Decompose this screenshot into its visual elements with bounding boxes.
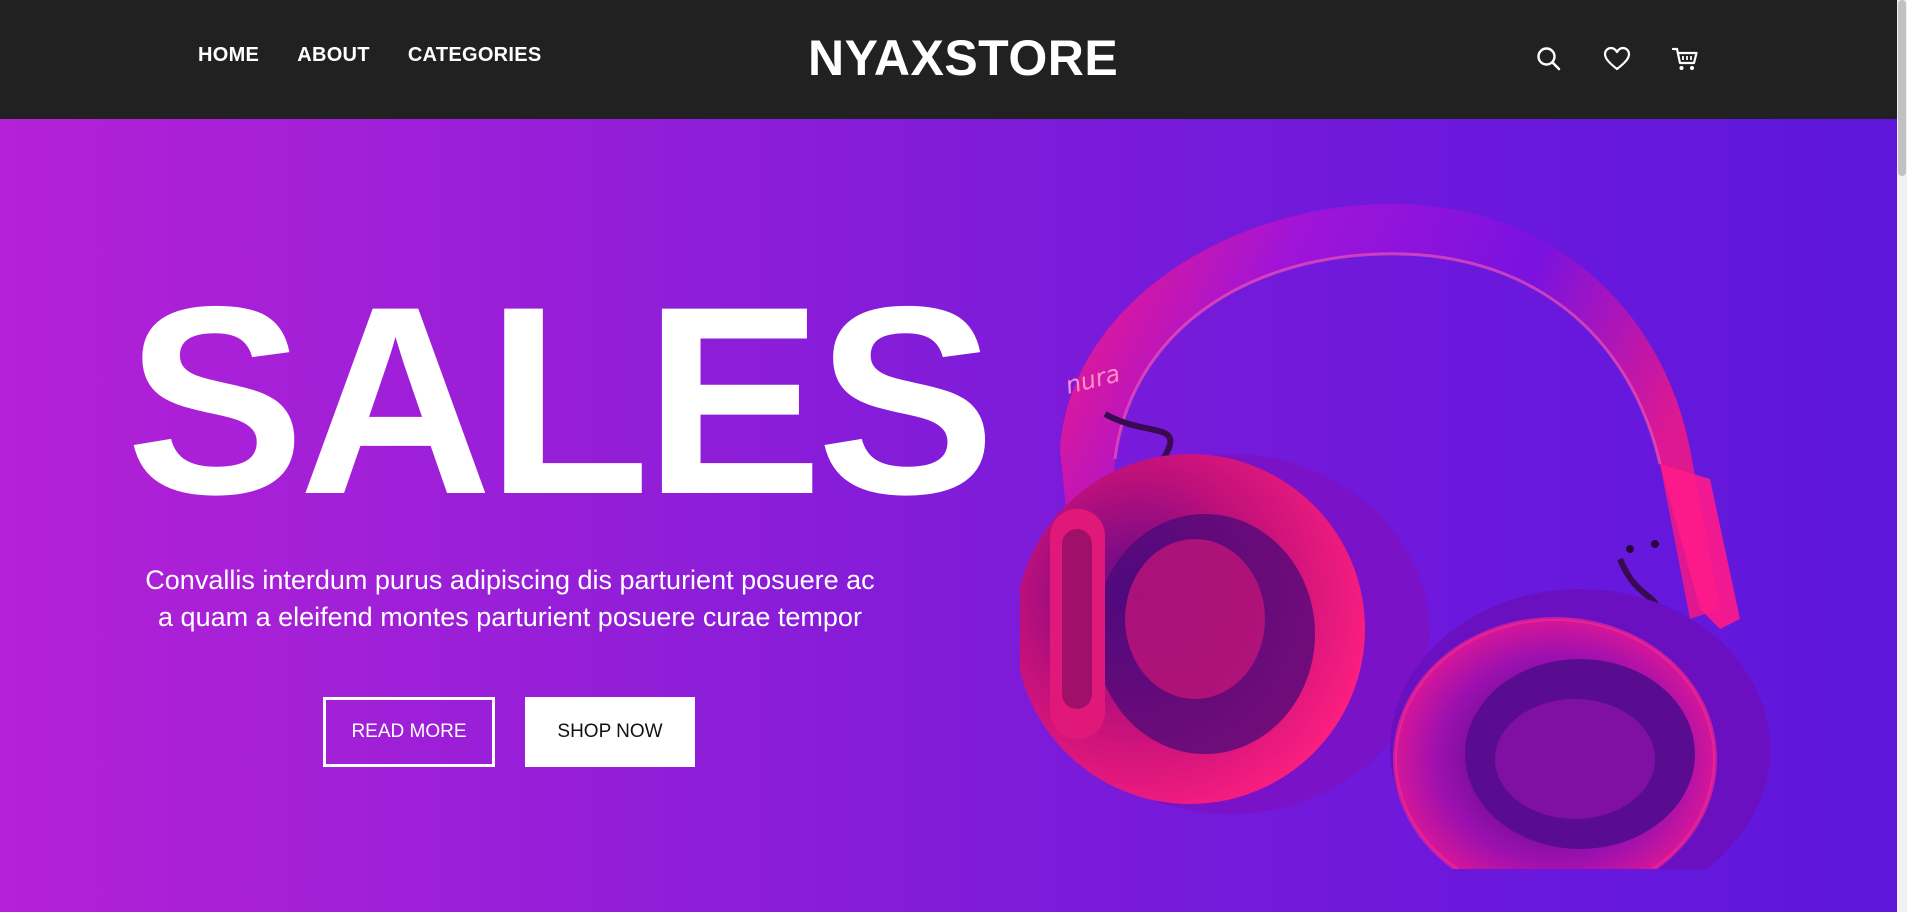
- navbar: HOME ABOUT CATEGORIES NYAXSTORE: [0, 0, 1897, 119]
- nav-link-about[interactable]: ABOUT: [297, 44, 370, 67]
- nav-links: HOME ABOUT CATEGORIES: [198, 44, 542, 67]
- page: HOME ABOUT CATEGORIES NYAXSTORE SALES Co…: [0, 0, 1907, 912]
- cart-icon[interactable]: [1670, 44, 1700, 74]
- shop-now-button[interactable]: SHOP NOW: [525, 697, 695, 767]
- nav-icons: [1534, 44, 1700, 74]
- heart-icon[interactable]: [1602, 44, 1632, 74]
- headphones-image: nura: [1020, 203, 1770, 869]
- read-more-button[interactable]: READ MORE: [323, 697, 495, 767]
- brand-logo[interactable]: NYAXSTORE: [808, 28, 1118, 88]
- hero-buttons: READ MORE SHOP NOW: [323, 697, 695, 767]
- search-icon[interactable]: [1534, 44, 1564, 74]
- hero-banner: SALES Convallis interdum purus adipiscin…: [0, 119, 1897, 912]
- hero-description: Convallis interdum purus adipiscing dis …: [145, 565, 875, 632]
- nav-link-home[interactable]: HOME: [198, 44, 259, 67]
- scrollbar-thumb[interactable]: [1898, 0, 1906, 176]
- scrollbar[interactable]: [1897, 0, 1907, 912]
- hero-title: SALES: [126, 250, 996, 550]
- nav-link-categories[interactable]: CATEGORIES: [408, 44, 542, 67]
